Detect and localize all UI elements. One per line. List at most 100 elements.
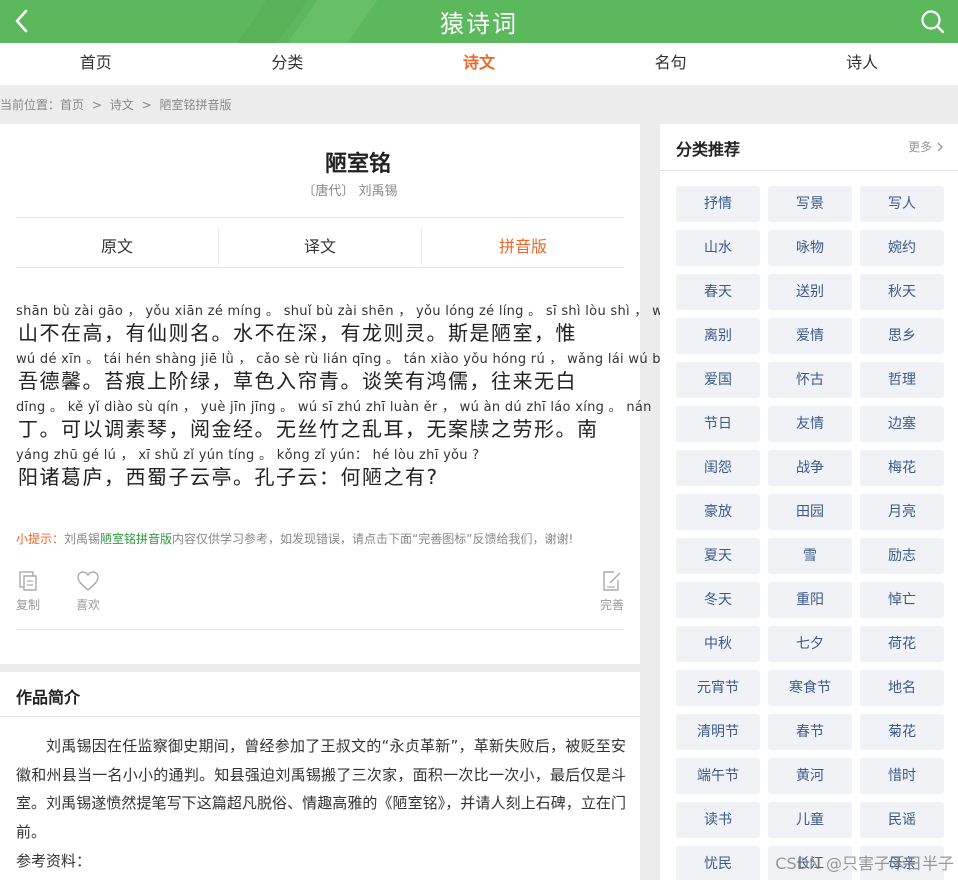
- category-tag[interactable]: 写景: [768, 186, 852, 222]
- nav-item-poets[interactable]: 诗人: [766, 43, 958, 85]
- category-tag[interactable]: 梅花: [860, 450, 944, 486]
- like-label: 喜欢: [75, 598, 100, 612]
- tip-link[interactable]: 陋室铭拼音版: [100, 532, 172, 546]
- tab-pinyin[interactable]: 拼音版: [421, 228, 624, 266]
- poem-card: 陋室铭 〔唐代〕 刘禹锡 原文 译文 拼音版 shān bù zài gāo ，…: [0, 124, 675, 664]
- category-tag[interactable]: 荷花: [860, 626, 944, 662]
- category-tag[interactable]: 元宵节: [676, 670, 760, 706]
- divider: [16, 629, 624, 630]
- more-link[interactable]: 更多: [908, 138, 944, 155]
- category-tag[interactable]: 送别: [768, 274, 852, 310]
- breadcrumb-separator: >: [91, 98, 102, 112]
- hanzi-line: 阳诸葛庐，西蜀子云亭。孔子云：何陋之有?: [18, 465, 439, 489]
- category-tag[interactable]: 地名: [860, 670, 944, 706]
- category-tag[interactable]: 战争: [768, 450, 852, 486]
- category-tag[interactable]: 菊花: [860, 714, 944, 750]
- category-tag[interactable]: 离别: [676, 318, 760, 354]
- category-tag[interactable]: 端午节: [676, 758, 760, 794]
- tip-label: 小提示：: [16, 532, 65, 546]
- category-tag[interactable]: 忧民: [676, 846, 760, 880]
- nav-item-poems[interactable]: 诗文: [383, 43, 575, 85]
- category-tag[interactable]: 边塞: [860, 406, 944, 442]
- divider: [16, 217, 624, 218]
- site-logo[interactable]: 猿诗词: [0, 4, 958, 39]
- category-tag[interactable]: 儿童: [768, 802, 852, 838]
- category-tag[interactable]: 月亮: [860, 494, 944, 530]
- reference-label: 参考资料：: [16, 852, 92, 870]
- tab-translation[interactable]: 译文: [218, 228, 421, 266]
- category-tag[interactable]: 婉约: [860, 230, 944, 266]
- poem-title: 陋室铭: [324, 152, 391, 177]
- chevron-right-icon: [937, 142, 943, 152]
- category-tag[interactable]: 秋天: [860, 274, 944, 310]
- copy-label: 复制: [15, 598, 40, 612]
- breadcrumb-link-poems[interactable]: 诗文: [110, 98, 134, 112]
- top-bar: 猿诗词: [0, 0, 958, 43]
- category-tag[interactable]: 春天: [676, 274, 760, 310]
- tip-text: 内容仅供学习参考，如发现错误，请点击下面“完善图标”反馈给我们，谢谢!: [172, 532, 574, 546]
- category-tag[interactable]: 励志: [860, 538, 944, 574]
- breadcrumb-separator: >: [141, 98, 152, 112]
- sidebar-heading: 分类推荐: [676, 140, 741, 159]
- category-tag[interactable]: 惜时: [860, 758, 944, 794]
- nav-item-quotes[interactable]: 名句: [575, 43, 767, 85]
- category-tag[interactable]: 闺怨: [676, 450, 760, 486]
- poem-line: wú dé xīn 。 tái hén shàng jiē lǜ ， cǎo s…: [16, 346, 673, 394]
- category-tag[interactable]: 哲理: [860, 362, 944, 398]
- category-tag[interactable]: 山水: [676, 230, 760, 266]
- category-tag[interactable]: 田园: [768, 494, 852, 530]
- version-tabs: 原文 译文 拼音版: [16, 228, 624, 266]
- category-tag[interactable]: 爱情: [768, 318, 852, 354]
- category-tag[interactable]: 怀古: [768, 362, 852, 398]
- intro-section: 作品简介 刘禹锡因在任监察御史期间，曾经参加了王叔文的“永贞革新”，革新失败后，…: [0, 672, 640, 880]
- category-tag[interactable]: 寒食节: [768, 670, 852, 706]
- category-tag[interactable]: 悼亡: [860, 582, 944, 618]
- category-tag[interactable]: 夏天: [676, 538, 760, 574]
- category-tag[interactable]: 咏物: [768, 230, 852, 266]
- like-button[interactable]: 喜欢: [68, 570, 108, 613]
- divider: [16, 267, 624, 268]
- copy-icon: [19, 571, 37, 591]
- nav-item-category[interactable]: 分类: [192, 43, 384, 85]
- category-tag[interactable]: 清明节: [676, 714, 760, 750]
- category-tag[interactable]: 友情: [768, 406, 852, 442]
- category-tag[interactable]: 思乡: [860, 318, 944, 354]
- divider: [0, 716, 640, 717]
- category-tag[interactable]: 七夕: [768, 626, 852, 662]
- poem-author[interactable]: 〔唐代〕 刘禹锡: [0, 180, 700, 199]
- tab-original[interactable]: 原文: [16, 228, 218, 266]
- category-tag[interactable]: 重阳: [768, 582, 852, 618]
- breadcrumb-link-home[interactable]: 首页: [60, 98, 84, 112]
- breadcrumb-prefix: 当前位置：: [0, 98, 61, 112]
- intro-heading: 作品简介: [16, 688, 81, 707]
- breadcrumb: 当前位置：首页 > 诗文 > 陋室铭拼音版: [0, 96, 236, 113]
- category-tag[interactable]: 读书: [676, 802, 760, 838]
- category-tag[interactable]: 写人: [860, 186, 944, 222]
- divider: [660, 170, 958, 171]
- copy-button[interactable]: 复制: [8, 570, 48, 613]
- main-nav: 首页 分类 诗文 名句 诗人: [0, 43, 958, 85]
- category-tag[interactable]: 中秋: [676, 626, 760, 662]
- search-icon[interactable]: [920, 9, 946, 35]
- category-tag[interactable]: 民谣: [860, 802, 944, 838]
- category-tag[interactable]: 春节: [768, 714, 852, 750]
- heart-icon: [77, 571, 99, 591]
- category-sidebar: 分类推荐 更多 抒情 写景 写人山水 咏物 婉约春天 送别 秋天离别 爱情 思乡爱国 怀古 哲理节日…: [660, 124, 958, 880]
- breadcrumb-current[interactable]: 陋室铭拼音版: [159, 98, 231, 112]
- tip-text: 刘禹锡: [64, 532, 101, 546]
- intro-text: 刘禹锡因在任监察御史期间，曾经参加了王叔文的“永贞革新”，革新失败后，被贬至安徽…: [16, 737, 626, 841]
- category-tag[interactable]: 雪: [768, 538, 852, 574]
- category-tag[interactable]: 节日: [676, 406, 760, 442]
- hanzi-line: 丁。可以调素琴，阅金经。无丝竹之乱耳，无案牍之劳形。南: [18, 417, 599, 441]
- category-tag[interactable]: 冬天: [676, 582, 760, 618]
- category-tag[interactable]: 抒情: [676, 186, 760, 222]
- watermark: CSDN @只害子禾日半子: [775, 854, 954, 873]
- category-tag[interactable]: 豪放: [676, 494, 760, 530]
- tip-note: 小提示：刘禹锡陋室铭拼音版内容仅供学习参考，如发现错误，请点击下面“完善图标”反…: [16, 530, 573, 547]
- category-tag[interactable]: 黄河: [768, 758, 852, 794]
- category-tags: 抒情 写景 写人山水 咏物 婉约春天 送别 秋天离别 爱情 思乡爱国 怀古 哲理节日 友情 边塞闺怨 战争…: [676, 186, 952, 880]
- nav-item-home[interactable]: 首页: [0, 43, 192, 85]
- improve-button[interactable]: 完善: [592, 570, 632, 613]
- category-tag[interactable]: 爱国: [676, 362, 760, 398]
- poem-line: yáng zhū gé lú ， xī shǔ zǐ yún tíng 。 kǒ…: [16, 442, 626, 490]
